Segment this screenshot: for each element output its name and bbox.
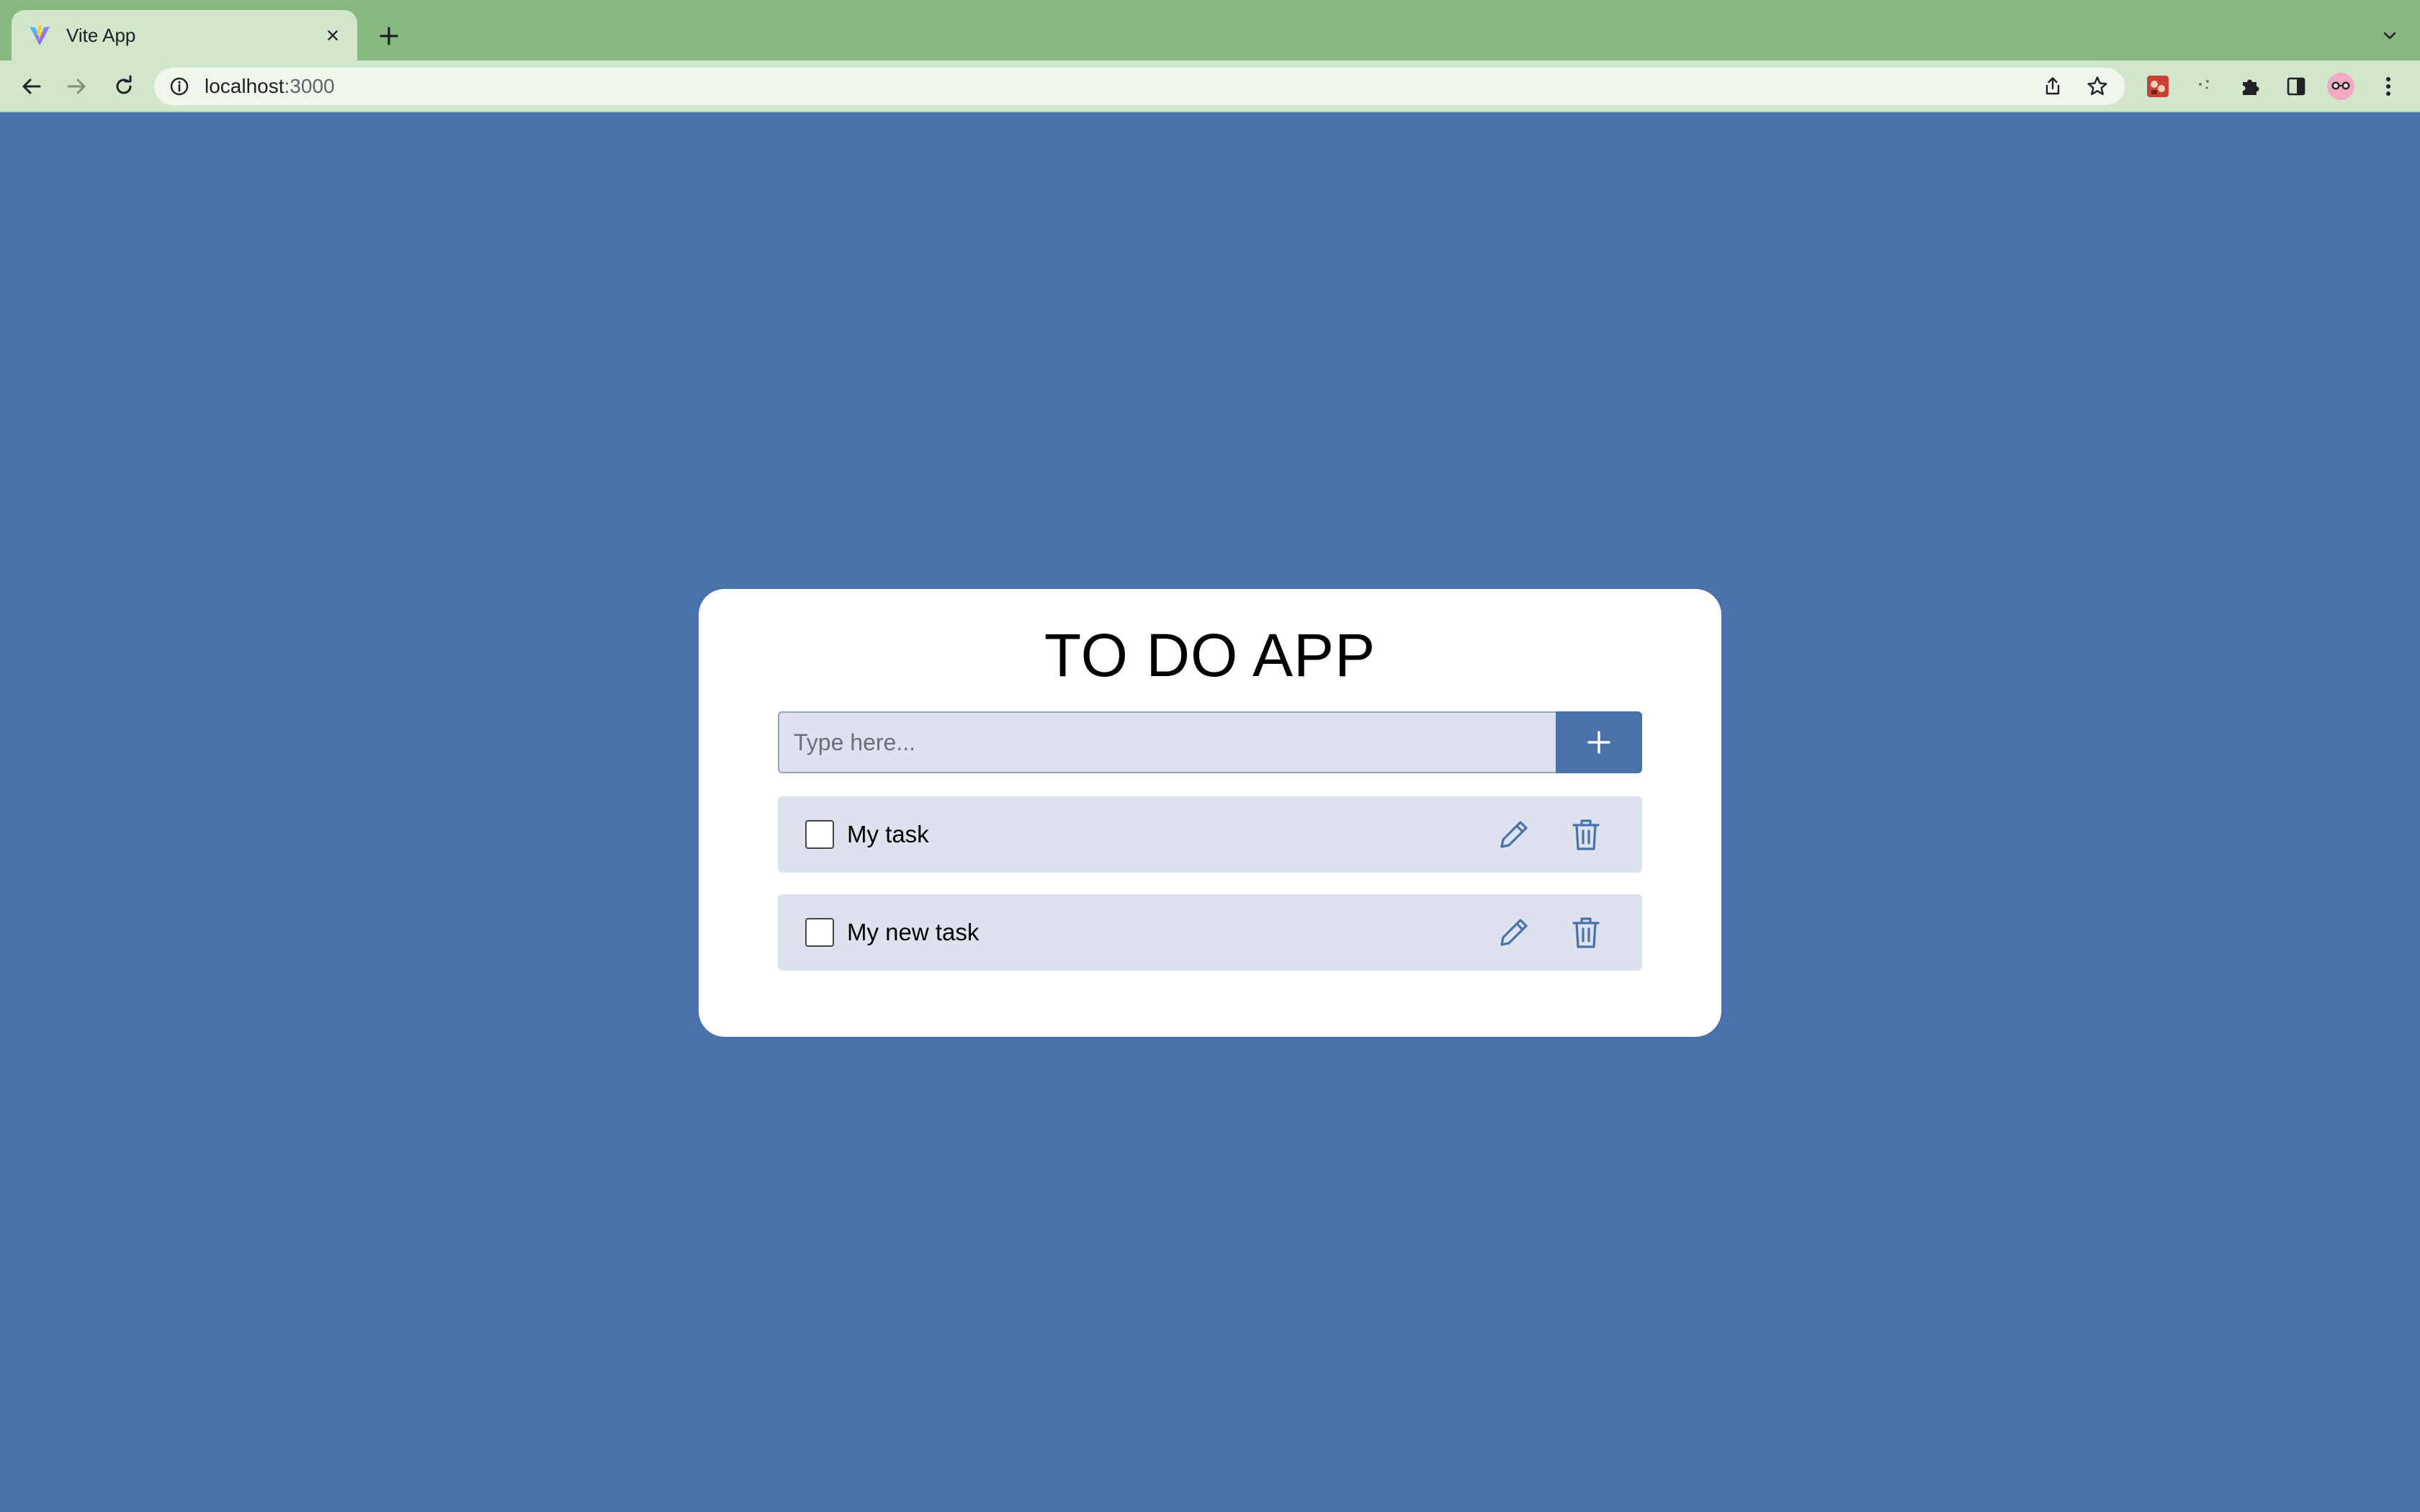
info-icon[interactable] xyxy=(169,76,190,97)
page-viewport: TO DO APP My task xyxy=(0,112,2420,1512)
task-item: My task xyxy=(778,796,1642,873)
trash-icon[interactable] xyxy=(1564,911,1608,954)
task-label: My task xyxy=(847,821,929,847)
pencil-icon[interactable] xyxy=(1492,813,1536,856)
task-input[interactable] xyxy=(778,711,1556,773)
todo-card: TO DO APP My task xyxy=(699,589,1721,1037)
task-label: My new task xyxy=(847,919,980,945)
address-bar[interactable]: localhost:3000 xyxy=(154,68,2125,105)
chevron-down-icon xyxy=(2383,32,2396,40)
forward-button[interactable] xyxy=(59,69,94,104)
browser-tab[interactable]: Vite App × xyxy=(12,10,357,60)
tab-close-icon[interactable]: × xyxy=(317,19,349,51)
trash-icon[interactable] xyxy=(1564,813,1608,856)
arrow-left-icon xyxy=(22,78,41,94)
pencil-icon[interactable] xyxy=(1492,911,1536,954)
star-icon[interactable] xyxy=(2080,69,2115,104)
tab-search-button[interactable] xyxy=(2372,19,2407,53)
side-panel-icon[interactable] xyxy=(2280,71,2312,102)
new-tab-button[interactable] xyxy=(372,19,406,53)
extension-sparkle-icon[interactable] xyxy=(2188,71,2220,102)
reload-icon xyxy=(116,75,132,94)
browser-tabstrip: Vite App × xyxy=(0,0,2420,60)
task-item: My new task xyxy=(778,894,1642,971)
url-port: :3000 xyxy=(284,75,335,97)
share-icon[interactable] xyxy=(2035,69,2070,104)
back-button[interactable] xyxy=(14,69,49,104)
tab-title: Vite App xyxy=(66,24,136,46)
kebab-menu-icon[interactable] xyxy=(2372,71,2404,102)
puzzle-icon[interactable] xyxy=(2234,71,2266,102)
app-title: TO DO APP xyxy=(1044,621,1376,689)
profile-avatar-icon[interactable] xyxy=(2325,71,2357,102)
add-task-button[interactable] xyxy=(1556,711,1642,773)
extension-red-icon[interactable] xyxy=(2142,71,2174,102)
task-checkbox[interactable] xyxy=(805,820,834,849)
vite-logo-icon xyxy=(27,23,52,48)
browser-toolbar: localhost:3000 xyxy=(0,60,2420,112)
plus-icon xyxy=(380,27,398,45)
arrow-right-icon xyxy=(67,78,86,94)
task-checkbox[interactable] xyxy=(805,918,834,947)
url-host: localhost xyxy=(205,75,284,97)
reload-button[interactable] xyxy=(107,69,141,104)
task-input-row xyxy=(778,711,1642,773)
url-text: localhost:3000 xyxy=(205,75,2035,98)
plus-icon xyxy=(1587,731,1610,754)
task-list: My task My new task xyxy=(778,796,1642,992)
